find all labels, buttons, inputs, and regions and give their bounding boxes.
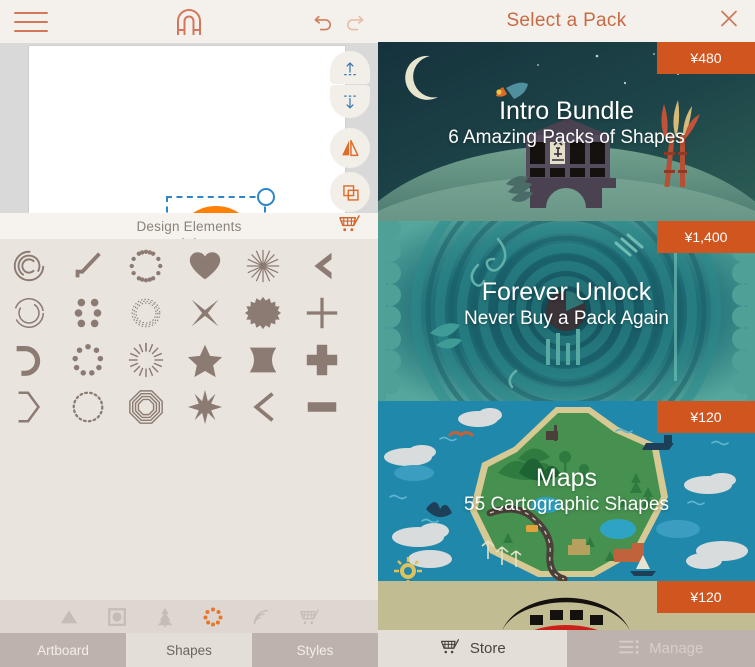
shape-arc-right[interactable] [351, 336, 378, 383]
pack-subtitle: Never Buy a Pack Again [464, 308, 669, 329]
tab-shapes[interactable]: Shapes [126, 633, 252, 667]
signal-icon[interactable] [249, 605, 273, 629]
tab-styles[interactable]: Styles [252, 633, 378, 667]
triangle-icon[interactable] [57, 605, 81, 629]
pack-price-badge[interactable]: ¥120 [657, 581, 755, 613]
shape-elbow-line[interactable] [59, 242, 118, 289]
shape-jagged-burst[interactable] [234, 289, 293, 336]
shape-bracket-curve[interactable] [0, 383, 59, 430]
pack-subtitle: 6 Amazing Packs of Shapes [448, 127, 685, 148]
tab-artboard[interactable]: Artboard [0, 633, 126, 667]
store-panel: Select a Pack Intro Bundle 6 Amazing Pac… [378, 0, 755, 667]
shape-circle-left[interactable] [351, 289, 378, 336]
flip-horizontal-button[interactable] [330, 128, 370, 168]
pack-price-badge[interactable]: ¥480 [657, 42, 755, 74]
shape-bar-rounded[interactable] [293, 383, 352, 430]
cart-icon[interactable] [297, 605, 321, 629]
rotate-resize-handle[interactable] [257, 188, 275, 206]
shape-bowtie-shape[interactable] [234, 336, 293, 383]
undo-redo-group [312, 8, 366, 36]
magnet-snap-icon[interactable] [172, 7, 206, 37]
shape-circle-partial-2[interactable] [351, 383, 378, 430]
shape-hook-curve[interactable] [0, 336, 59, 383]
shape-eight-point-star[interactable] [176, 383, 235, 430]
shapes-grid[interactable] [0, 239, 378, 600]
shape-plus-thin[interactable] [293, 289, 352, 336]
shape-spiral-rings[interactable] [0, 242, 59, 289]
shape-arc-broken[interactable] [0, 289, 59, 336]
shape-starburst-thin[interactable] [234, 242, 293, 289]
pack-title: Intro Bundle [499, 97, 634, 125]
shape-sunburst-ring[interactable] [117, 336, 176, 383]
shape-chevron-left-thin[interactable] [234, 383, 293, 430]
pack-card-intro-bundle[interactable]: Intro Bundle 6 Amazing Packs of Shapes ¥… [378, 42, 755, 221]
pack-price-badge[interactable]: ¥1,400 [657, 221, 755, 253]
manage-tab[interactable]: Manage [566, 630, 755, 667]
redo-arrow-icon[interactable] [343, 8, 366, 36]
pack-price-badge[interactable]: ¥120 [657, 401, 755, 433]
design-elements-bar[interactable]: Design Elements [0, 213, 378, 245]
category-bar [0, 600, 378, 633]
shape-dotted-ring[interactable] [117, 242, 176, 289]
close-x-icon[interactable] [717, 7, 741, 36]
align-top-button[interactable] [330, 51, 370, 84]
shape-dotted-circle[interactable] [59, 383, 118, 430]
store-title: Select a Pack [506, 10, 627, 31]
store-header: Select a Pack [378, 0, 755, 42]
shape-plus-thick[interactable] [293, 336, 352, 383]
dots-ring-icon[interactable] [201, 605, 225, 629]
shape-octagon-rings[interactable] [117, 383, 176, 430]
manage-tab-label: Manage [649, 640, 704, 657]
canvas-area[interactable] [0, 43, 378, 361]
shape-four-point-star[interactable] [176, 289, 235, 336]
store-tab-label: Store [469, 640, 506, 657]
shape-chevron-left-thick[interactable] [293, 242, 352, 289]
duplicate-button[interactable] [330, 172, 370, 212]
pack-card-bicycle[interactable]: ¥120 [378, 581, 755, 630]
align-bottom-button[interactable] [330, 85, 370, 118]
shape-heart[interactable] [176, 242, 235, 289]
pack-title: Maps [535, 464, 598, 492]
store-tabs: Store Manage [378, 630, 755, 667]
hamburger-menu-icon[interactable] [14, 10, 48, 34]
shape-circle-partial[interactable] [351, 242, 378, 289]
square-circle-icon[interactable] [105, 605, 129, 629]
pack-card-maps[interactable]: Maps 55 Cartographic Shapes ¥120 [378, 401, 755, 581]
shopping-cart-icon[interactable] [337, 213, 362, 239]
editor-tabs: Artboard Shapes Styles [0, 633, 378, 667]
shape-hatched-ring[interactable] [117, 289, 176, 336]
pack-title: Forever Unlock [481, 278, 652, 306]
tree-icon[interactable] [153, 605, 177, 629]
shape-five-point-star[interactable] [176, 336, 235, 383]
editor-panel: Design Elements Artboard Shapes Styles [0, 0, 378, 667]
list-menu-icon [618, 638, 640, 660]
pack-list[interactable]: Intro Bundle 6 Amazing Packs of Shapes ¥… [378, 42, 755, 630]
store-tab[interactable]: Store [378, 630, 567, 667]
undo-arrow-icon[interactable] [312, 8, 335, 36]
pack-subtitle: 55 Cartographic Shapes [464, 494, 669, 515]
shape-dots-ring[interactable] [59, 336, 118, 383]
editor-toolbar [0, 0, 378, 43]
pack-card-forever-unlock[interactable]: Forever Unlock Never Buy a Pack Again ¥1… [378, 221, 755, 401]
app-root: Design Elements Artboard Shapes Styles S… [0, 0, 755, 667]
cart-icon [439, 637, 461, 660]
shape-six-dots-ring[interactable] [59, 289, 118, 336]
